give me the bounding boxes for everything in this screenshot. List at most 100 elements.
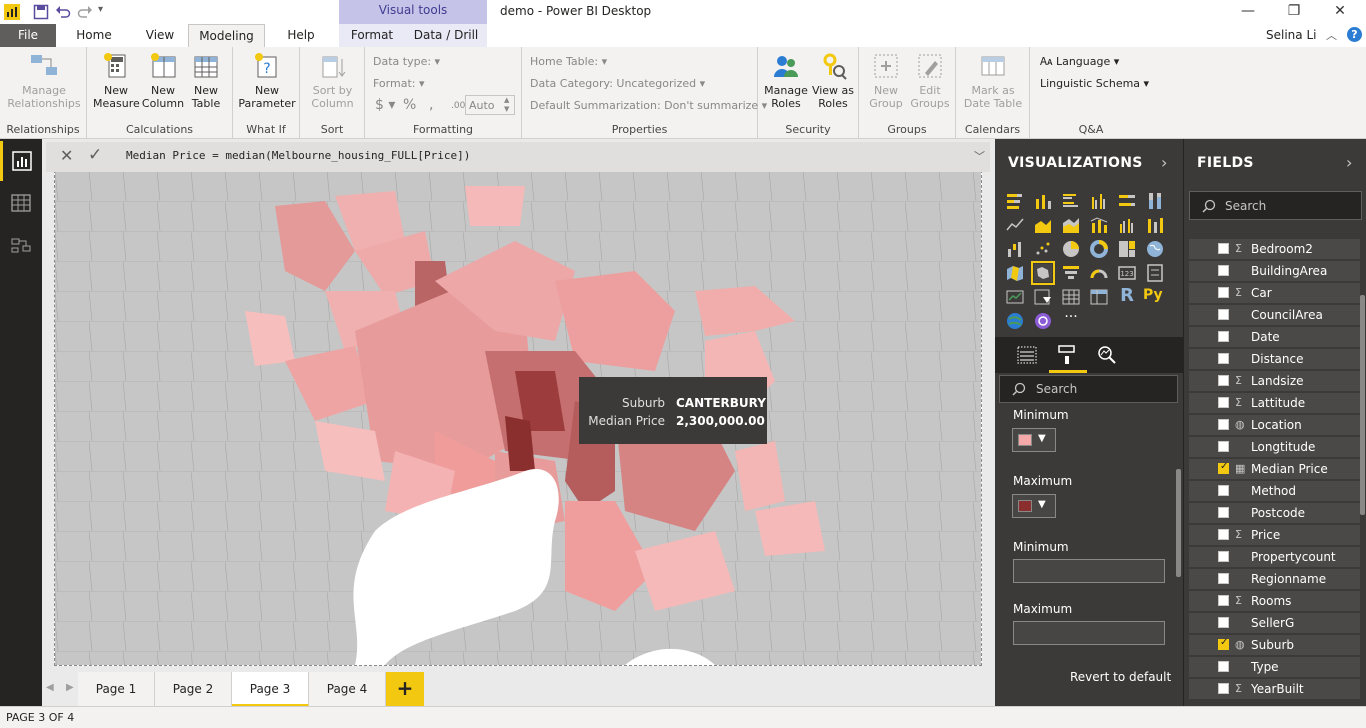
ribbon-chart-icon[interactable] bbox=[1145, 215, 1165, 235]
funnel-icon[interactable] bbox=[1061, 263, 1081, 283]
field-item[interactable]: ◍ Suburb bbox=[1189, 635, 1360, 655]
new-measure-button[interactable]: New Measure bbox=[93, 51, 140, 110]
minimum-color-picker[interactable]: ▼ bbox=[1012, 428, 1056, 452]
map-globe-icon[interactable] bbox=[1145, 239, 1165, 259]
new-column-button[interactable]: New Column bbox=[140, 51, 186, 110]
data-category-dropdown[interactable]: Data Category: Uncategorized ▾ bbox=[530, 77, 705, 90]
collapse-ribbon-icon[interactable]: ︿ bbox=[1326, 27, 1337, 43]
table-visual-icon[interactable] bbox=[1061, 287, 1081, 307]
more-visuals-icon[interactable]: ··· bbox=[1061, 309, 1081, 329]
field-checkbox[interactable] bbox=[1218, 243, 1229, 254]
format-search-input[interactable]: Search bbox=[999, 375, 1178, 403]
formula-bar[interactable]: ✕ ✓ Median Price = median(Melbourne_hous… bbox=[46, 142, 990, 172]
field-checkbox[interactable] bbox=[1218, 375, 1229, 386]
formula-input[interactable]: Median Price = median(Melbourne_housing_… bbox=[126, 149, 470, 162]
add-page-button[interactable]: + bbox=[386, 672, 424, 706]
home-table-dropdown[interactable]: Home Table: ▾ bbox=[530, 55, 607, 68]
maximum-value-input[interactable] bbox=[1013, 621, 1165, 645]
kpi-icon[interactable] bbox=[1005, 287, 1025, 307]
qa-visual-icon[interactable] bbox=[1033, 311, 1053, 331]
field-checkbox[interactable] bbox=[1218, 485, 1229, 496]
analytics-magnifier-icon[interactable] bbox=[1097, 345, 1117, 365]
maximum-color-picker[interactable]: ▼ bbox=[1012, 494, 1056, 518]
collapse-fields-icon[interactable]: › bbox=[1346, 153, 1352, 172]
field-item[interactable]: Σ YearBuilt bbox=[1189, 679, 1360, 699]
collapse-visualizations-icon[interactable]: › bbox=[1161, 153, 1167, 172]
field-checkbox[interactable] bbox=[1218, 353, 1229, 364]
format-dropdown[interactable]: Format: ▾ bbox=[373, 77, 425, 90]
field-checkbox[interactable] bbox=[1218, 573, 1229, 584]
field-checkbox[interactable] bbox=[1218, 637, 1229, 650]
view-as-roles-button[interactable]: View as Roles bbox=[810, 51, 856, 110]
tab-data-drill[interactable]: Data / Drill bbox=[410, 24, 482, 47]
quick-access-menu-icon[interactable]: ▾ bbox=[98, 4, 103, 15]
commit-formula-icon[interactable]: ✓ bbox=[88, 145, 102, 165]
data-view-button[interactable] bbox=[0, 183, 42, 223]
r-visual-icon[interactable]: R bbox=[1117, 285, 1137, 306]
field-item[interactable]: Method bbox=[1189, 481, 1360, 501]
field-checkbox[interactable] bbox=[1218, 331, 1229, 342]
edit-groups-button[interactable]: Edit Groups bbox=[907, 51, 953, 110]
arcgis-map-icon[interactable] bbox=[1005, 311, 1025, 331]
field-item[interactable]: Σ Landsize bbox=[1189, 371, 1360, 391]
card-icon[interactable]: 123 bbox=[1117, 263, 1137, 283]
model-view-button[interactable] bbox=[0, 225, 42, 265]
field-item[interactable]: Σ Price bbox=[1189, 525, 1360, 545]
field-item[interactable]: Type bbox=[1189, 657, 1360, 677]
area-chart-icon[interactable] bbox=[1033, 215, 1053, 235]
new-table-button[interactable]: New Table bbox=[184, 51, 228, 110]
mark-as-date-table-button[interactable]: Mark as Date Table bbox=[960, 51, 1026, 110]
viz-scrollbar[interactable] bbox=[1176, 469, 1181, 577]
shape-map-icon[interactable] bbox=[1031, 261, 1055, 285]
field-checkbox[interactable] bbox=[1218, 661, 1229, 672]
multi-row-card-icon[interactable] bbox=[1145, 263, 1165, 283]
field-item[interactable]: Propertycount bbox=[1189, 547, 1360, 567]
default-summarization-dropdown[interactable]: Default Summarization: Don't summarize ▾ bbox=[530, 99, 767, 112]
minimum-value-input[interactable] bbox=[1013, 559, 1165, 583]
field-item[interactable]: Date bbox=[1189, 327, 1360, 347]
redo-icon[interactable] bbox=[77, 4, 93, 20]
close-icon[interactable]: ✕ bbox=[1318, 0, 1362, 24]
data-type-dropdown[interactable]: Data type: ▾ bbox=[373, 55, 440, 68]
line-chart-icon[interactable] bbox=[1005, 215, 1025, 235]
slicer-icon[interactable] bbox=[1033, 287, 1053, 307]
undo-icon[interactable] bbox=[55, 4, 71, 20]
clustered-bar-icon[interactable] bbox=[1061, 191, 1081, 211]
scatter-icon[interactable] bbox=[1033, 239, 1053, 259]
100-bar-icon[interactable] bbox=[1117, 191, 1137, 211]
field-item[interactable]: Longtitude bbox=[1189, 437, 1360, 457]
100-column-icon[interactable] bbox=[1145, 191, 1165, 211]
map-svg[interactable] bbox=[55, 171, 981, 665]
next-page-icon[interactable]: ▶ bbox=[66, 682, 74, 693]
help-icon[interactable]: ? bbox=[1347, 27, 1362, 42]
tab-file[interactable]: File bbox=[0, 24, 56, 47]
field-item[interactable]: Σ Car bbox=[1189, 283, 1360, 303]
language-dropdown[interactable]: 🗛 Language ▾ bbox=[1040, 55, 1119, 69]
report-view-button[interactable] bbox=[0, 141, 42, 181]
restore-icon[interactable]: ❐ bbox=[1272, 0, 1316, 24]
field-item[interactable]: Distance bbox=[1189, 349, 1360, 369]
field-item[interactable]: CouncilArea bbox=[1189, 305, 1360, 325]
save-icon[interactable] bbox=[33, 4, 49, 20]
stacked-column-icon[interactable] bbox=[1033, 191, 1053, 211]
field-item[interactable]: Regionname bbox=[1189, 569, 1360, 589]
currency-button[interactable]: $ ▾ bbox=[375, 97, 395, 113]
filled-map-visual[interactable] bbox=[54, 170, 982, 666]
page-tab-2[interactable]: Page 2 bbox=[155, 672, 232, 706]
field-checkbox[interactable] bbox=[1218, 441, 1229, 452]
field-item[interactable]: Postcode bbox=[1189, 503, 1360, 523]
field-checkbox[interactable] bbox=[1218, 419, 1229, 430]
gauge-icon[interactable] bbox=[1089, 263, 1109, 283]
field-checkbox[interactable] bbox=[1218, 551, 1229, 562]
user-name[interactable]: Selina Li bbox=[1266, 28, 1316, 42]
line-column-icon[interactable] bbox=[1089, 215, 1109, 235]
tab-format[interactable]: Format bbox=[344, 24, 400, 47]
line-clustered-column-icon[interactable] bbox=[1117, 215, 1137, 235]
donut-chart-icon[interactable] bbox=[1089, 239, 1109, 259]
fields-scrollbar[interactable] bbox=[1360, 295, 1365, 515]
field-checkbox[interactable] bbox=[1218, 683, 1229, 694]
fields-search-input[interactable]: Search bbox=[1189, 191, 1362, 220]
filled-map-icon[interactable] bbox=[1005, 263, 1025, 283]
field-checkbox[interactable] bbox=[1218, 461, 1229, 474]
manage-relationships-button[interactable]: Manage Relationships bbox=[6, 51, 82, 110]
